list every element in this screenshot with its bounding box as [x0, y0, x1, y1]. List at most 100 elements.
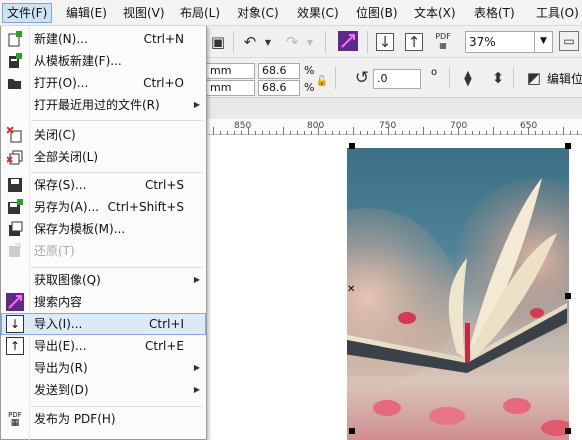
export-icon[interactable]: ↑ [405, 33, 423, 51]
menu-item-send-to[interactable]: 发送到(D) ▶ [1, 379, 206, 401]
horizontal-ruler[interactable]: 850 800 750 700 650 [207, 119, 582, 135]
menu-item-close-all[interactable]: 全部关闭(L) [1, 146, 206, 168]
menu-item-publish-pdf[interactable]: PDF ▦ 发布为 PDF(H) [1, 408, 206, 430]
menu-item-label: 全部关闭(L) [34, 150, 99, 164]
ruler-tick [388, 127, 389, 135]
rotation-angle-field[interactable]: .0 [373, 69, 421, 89]
menu-item-label: 导入(I)... [34, 317, 83, 331]
menu-item-shortcut: Ctrl+O [143, 76, 184, 90]
menu-item-open[interactable]: 打开(O)... Ctrl+O [1, 72, 206, 94]
menu-item-acquire-image[interactable]: 获取图像(Q) ▶ [1, 269, 206, 291]
ruler-tick [283, 127, 284, 135]
search-content-icon [6, 293, 24, 311]
full-screen-icon[interactable]: ▭ [559, 31, 579, 51]
menu-text[interactable]: 文本(X) [410, 3, 460, 23]
menu-item-label: 发送到(D) [34, 383, 89, 397]
menu-item-shortcut: Ctrl+Shift+S [107, 200, 184, 214]
menu-item-label: 还原(T) [34, 244, 75, 258]
drawing-canvas[interactable]: ✕ [207, 135, 582, 440]
undo-dropdown-icon[interactable]: ▼ [257, 31, 279, 53]
menu-item-revert[interactable]: 还原(T) [1, 240, 206, 262]
menu-item-shortcut: Ctrl+S [144, 178, 184, 192]
redo-dropdown-icon[interactable]: ▼ [299, 31, 321, 53]
menu-item-save[interactable]: 保存(S)... Ctrl+S [1, 174, 206, 196]
ruler-tick [458, 127, 459, 135]
submenu-arrow-icon: ▶ [193, 275, 200, 284]
selection-handle-middle-right[interactable] [565, 293, 571, 299]
ruler-tick [318, 127, 319, 135]
toolbar-separator [335, 67, 336, 89]
chevron-down-icon[interactable]: ▼ [534, 31, 552, 53]
selection-handle-top-right[interactable] [565, 143, 571, 149]
mirror-horizontal-icon[interactable]: ⧫ [457, 67, 479, 89]
scale-x-field[interactable]: 68.6 [258, 63, 300, 79]
ruler-tick [423, 127, 424, 135]
paste-icon[interactable]: ▣ [207, 31, 229, 53]
menu-item-label: 保存为模板(M)... [34, 222, 126, 236]
menu-item-search-content[interactable]: 搜索内容 [1, 291, 206, 313]
toolbar-separator [233, 31, 234, 53]
menu-layout[interactable]: 布局(L) [176, 3, 224, 23]
lock-ratio-icon[interactable]: 🔓 [315, 70, 329, 92]
file-menu-dropdown: 新建(N)... Ctrl+N 从模板新建(F)... 打开(O)... Ctr… [0, 26, 207, 440]
toolbar-separator [325, 31, 326, 53]
edit-bitmap-label[interactable]: 编辑位 [547, 70, 582, 87]
menu-tools[interactable]: 工具(O) [532, 3, 582, 23]
ruler-tick [213, 127, 214, 135]
menu-item-label: 打开最近用过的文件(R) [34, 98, 160, 112]
mirror-vertical-icon[interactable]: ⬍ [487, 67, 509, 89]
menu-item-save-as-template[interactable]: 保存为模板(M)... [1, 218, 206, 240]
template-icon [6, 52, 24, 70]
menu-item-label: 导出为(R) [34, 361, 88, 375]
selection-handle-bottom-right[interactable] [565, 428, 571, 434]
search-content-icon[interactable] [338, 31, 358, 51]
menu-item-label: 另存为(A)... [34, 200, 100, 214]
edit-bitmap-icon[interactable]: ◩ [523, 67, 545, 89]
menu-edit[interactable]: 编辑(E) [62, 3, 111, 23]
menu-separator [31, 267, 203, 268]
scale-y-field[interactable]: 68.6 [258, 80, 300, 96]
menu-item-shortcut: Ctrl+I [149, 317, 184, 331]
selection-handle-bottom-center[interactable] [349, 428, 355, 434]
menu-item-new[interactable]: 新建(N)... Ctrl+N [1, 28, 206, 50]
ruler-strip [207, 98, 582, 119]
import-icon[interactable]: ↓ [376, 33, 394, 51]
pdf-icon: PDF ▦ [8, 411, 22, 428]
menu-item-import[interactable]: ↓ 导入(I)... Ctrl+I [1, 313, 206, 335]
menu-item-export[interactable]: ↑ 导出(E)... Ctrl+E [1, 335, 206, 357]
book-photo[interactable] [347, 148, 569, 440]
submenu-arrow-icon: ▶ [193, 100, 200, 109]
menu-table[interactable]: 表格(T) [470, 3, 519, 23]
menu-item-label: 导出(E)... [34, 339, 87, 353]
menu-item-export-as[interactable]: 导出为(R) ▶ [1, 357, 206, 379]
submenu-arrow-icon: ▶ [193, 385, 200, 394]
menu-effects[interactable]: 效果(C) [293, 3, 343, 23]
menu-item-close[interactable]: 关闭(C) [1, 124, 206, 146]
scale-x-unit: % [304, 64, 315, 77]
publish-pdf-icon[interactable]: PDF ▦ [432, 30, 454, 52]
selection-handle-top-center[interactable] [349, 143, 355, 149]
menu-bitmaps[interactable]: 位图(B) [352, 3, 402, 23]
menu-item-new-from-template[interactable]: 从模板新建(F)... [1, 50, 206, 72]
menu-view[interactable]: 视图(V) [119, 3, 169, 23]
import-icon: ↓ [6, 315, 24, 333]
save-icon [6, 176, 24, 194]
menu-file[interactable]: 文件(F) [2, 3, 53, 23]
zoom-level-value: 37% [469, 35, 496, 49]
ruler-tick [528, 127, 529, 135]
toolbar-separator [513, 67, 514, 89]
menu-item-label: 搜索内容 [34, 295, 83, 309]
object-width-field[interactable]: mm [207, 63, 255, 79]
menu-item-label: 获取图像(Q) [34, 273, 101, 287]
menu-object[interactable]: 对象(C) [233, 3, 283, 23]
rotation-icon: ↺ [354, 68, 370, 88]
menu-item-save-as[interactable]: 另存为(A)... Ctrl+Shift+S [1, 196, 206, 218]
menu-separator [31, 172, 203, 173]
menu-item-label: 从模板新建(F)... [34, 54, 122, 68]
menu-item-open-recent[interactable]: 打开最近用过的文件(R) ▶ [1, 94, 206, 116]
center-marker-icon[interactable]: ✕ [347, 284, 355, 295]
zoom-level-select[interactable]: 37% ▼ [465, 31, 553, 53]
close-doc-icon [6, 126, 24, 144]
object-height-field[interactable]: mm [207, 80, 255, 96]
revert-icon [6, 242, 24, 260]
